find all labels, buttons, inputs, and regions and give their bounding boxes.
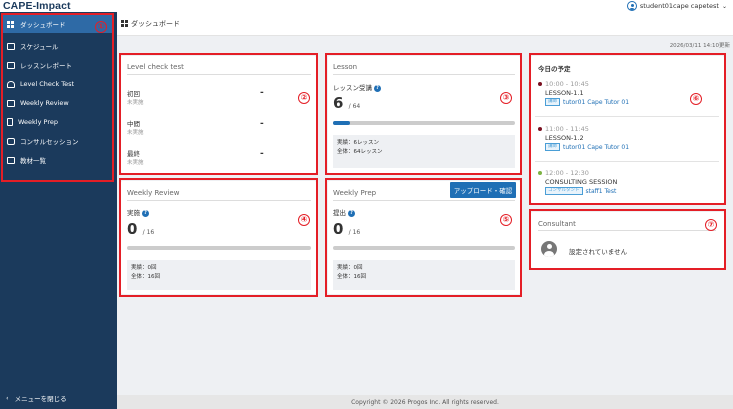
user-name: student01cape capetest [639,2,719,10]
annotation-number-5: ⑤ [500,214,512,226]
annotation-box-6 [529,53,726,205]
annotation-box-3 [325,53,522,175]
copyright-text: Copyright © 2026 Progos Inc. All rights … [351,398,499,406]
annotation-box-4 [119,178,318,297]
top-bar: CAPE-Impact student01cape capetest ⌄ [0,0,733,12]
updated-timestamp: 2026/03/11 14:10更新 [669,43,730,49]
close-menu-button[interactable]: ‹ メニューを閉じる [6,393,67,403]
close-menu-label: メニューを閉じる [14,395,67,403]
annotation-number-2: ② [298,92,310,104]
chevron-left-icon: ‹ [6,394,9,402]
page-header: ダッシュボード [117,12,733,36]
page-title: ダッシュボード [131,19,180,28]
footer: Copyright © 2026 Progos Inc. All rights … [117,395,733,409]
annotation-number-6: ⑥ [690,93,702,105]
annotation-box-5 [325,178,522,297]
chevron-down-icon: ⌄ [721,2,727,10]
user-menu[interactable]: student01cape capetest ⌄ [626,1,727,11]
annotation-box-7 [529,209,726,270]
user-avatar-icon [626,1,637,11]
annotation-number-7: ⑦ [705,219,717,231]
app-logo[interactable]: CAPE-Impact [3,0,71,12]
annotation-number-3: ③ [500,92,512,104]
dashboard-icon [121,20,128,27]
annotation-box-1 [1,13,114,182]
annotation-number-4: ④ [298,214,310,226]
annotation-box-2 [119,53,318,175]
annotation-number-1: ① [95,21,107,33]
